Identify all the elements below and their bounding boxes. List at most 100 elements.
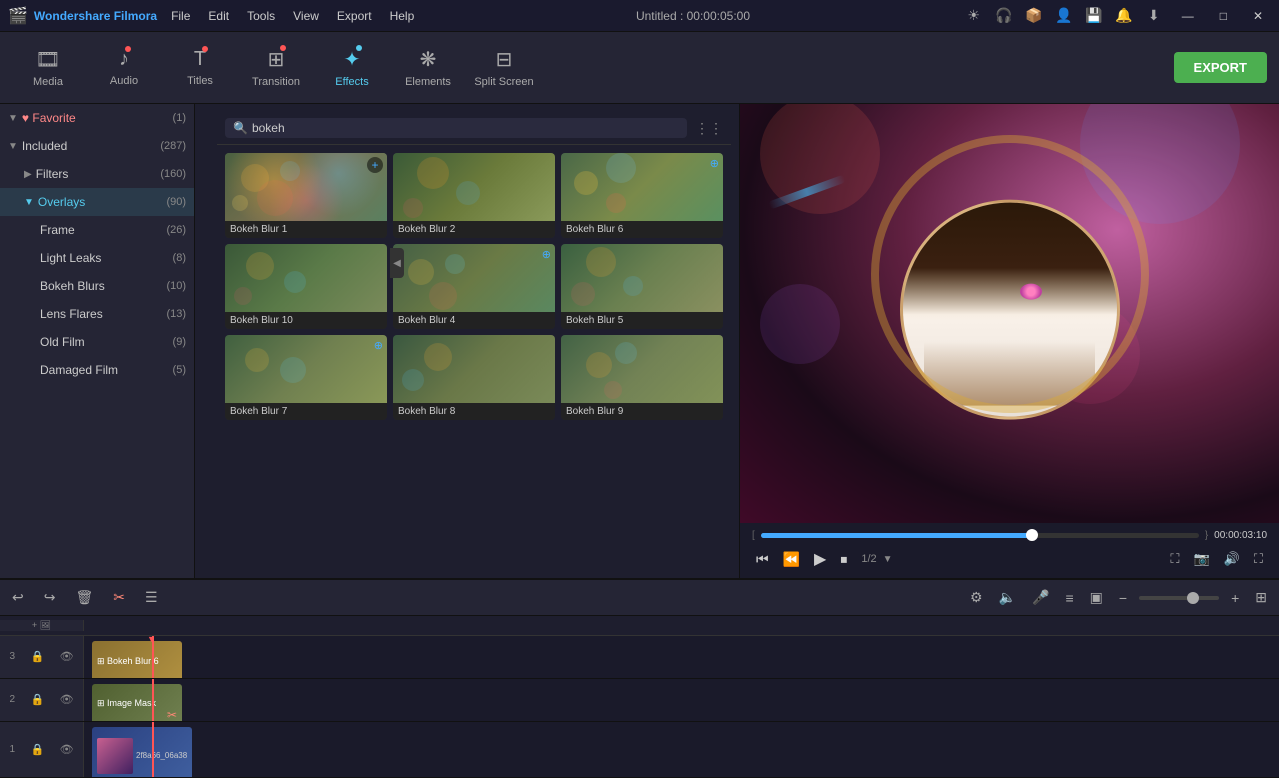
panel-frame[interactable]: Frame (26) <box>0 216 194 244</box>
menu-file[interactable]: File <box>163 7 198 25</box>
lens-flares-label: Lens Flares <box>40 307 166 321</box>
effect-card-bokeh-blur-1[interactable]: + Bokeh Blur 1 <box>225 153 387 238</box>
tool-elements[interactable]: ❋ Elements <box>392 38 464 98</box>
track-row-2: 2 🔒 👁 ⊞ Image Mask ✂ <box>0 679 1279 722</box>
track-lock-3[interactable]: 🔒 <box>30 650 44 663</box>
fullscreen-button[interactable]: ⛶ <box>1250 549 1267 569</box>
export-button[interactable]: EXPORT <box>1174 52 1267 83</box>
panel-bokeh-blurs[interactable]: Bokeh Blurs (10) <box>0 272 194 300</box>
audio-adjust-button[interactable]: ☰ <box>141 587 162 608</box>
effect-thumb-9 <box>561 335 723 403</box>
stop-button[interactable]: ⏹ <box>836 549 851 570</box>
close-button[interactable]: ✕ <box>1245 0 1271 32</box>
panel-lens-flares[interactable]: Lens Flares (13) <box>0 300 194 328</box>
tool-split-screen[interactable]: ⊟ Split Screen <box>468 38 540 98</box>
package-icon[interactable]: 📦 <box>1024 6 1044 26</box>
track-num-2: 2 <box>9 694 15 705</box>
progress-bar[interactable] <box>761 533 1199 538</box>
menu-export[interactable]: Export <box>329 7 380 25</box>
volume-button[interactable]: 🔊 <box>1220 549 1244 569</box>
tl-zoom-thumb <box>1187 592 1199 604</box>
titles-icon: T <box>194 48 206 71</box>
panel-old-film[interactable]: Old Film (9) <box>0 328 194 356</box>
frame-count: (26) <box>166 224 186 236</box>
track-lock-2[interactable]: 🔒 <box>30 693 44 706</box>
clip-label-mask: ⊞ Image Mask <box>97 698 156 709</box>
track-row-1: 1 🔒 👁 2f8a66_06a38 <box>0 722 1279 778</box>
redo-button[interactable]: ↪ <box>40 587 60 608</box>
add-track-icon[interactable]: + 🖼 <box>32 620 51 631</box>
tl-zoom-in-icon[interactable]: + <box>1227 588 1243 608</box>
effect-card-bokeh-blur-2[interactable]: Bokeh Blur 2 <box>393 153 555 238</box>
track-clip-mask[interactable]: ⊞ Image Mask ✂ <box>92 684 182 721</box>
user-icon[interactable]: 👤 <box>1054 6 1074 26</box>
effect-card-bokeh-blur-10[interactable]: Bokeh Blur 10 <box>225 244 387 329</box>
maximize-button[interactable]: □ <box>1212 0 1235 32</box>
favorite-label: ♥ Favorite <box>22 111 173 125</box>
app-name: Wondershare Filmora <box>34 9 157 23</box>
panel-collapse-arrow[interactable]: ◀ <box>390 248 404 278</box>
tool-audio[interactable]: ♪ Audio <box>88 38 160 98</box>
controls-row: ⏮ ⏪ ▶ ⏹ 1/2 ▼ ⛶ 📷 🔊 ⛶ <box>748 544 1271 574</box>
tool-titles[interactable]: T Titles <box>164 38 236 98</box>
track-eye-1[interactable]: 👁 <box>60 743 74 756</box>
tool-media[interactable]: 🎞 Media <box>12 38 84 98</box>
track-clip-video[interactable]: 2f8a66_06a38 <box>92 727 192 777</box>
effect-card-bokeh-blur-4[interactable]: ⊕ Bokeh Blur 4 <box>393 244 555 329</box>
panel-included[interactable]: ▼ Included (287) <box>0 132 194 160</box>
tl-overlay-icon[interactable]: ▣ <box>1086 587 1107 608</box>
scissors-button[interactable]: ✂ <box>109 587 129 608</box>
add-effect-icon: + <box>367 157 383 173</box>
filters-count: (160) <box>160 168 186 180</box>
undo-button[interactable]: ↩ <box>8 587 28 608</box>
tl-fit-icon[interactable]: ⊞ <box>1251 587 1271 608</box>
search-input[interactable] <box>252 121 679 135</box>
menu-help[interactable]: Help <box>382 7 423 25</box>
panel-filters[interactable]: ▶ Filters (160) <box>0 160 194 188</box>
effect-card-bokeh-blur-6[interactable]: ⊕ Bokeh Blur 6 <box>561 153 723 238</box>
effect-label-8: Bokeh Blur 8 <box>393 403 555 420</box>
track-eye-3[interactable]: 👁 <box>60 650 74 663</box>
menu-edit[interactable]: Edit <box>200 7 237 25</box>
save-icon[interactable]: 💾 <box>1084 6 1104 26</box>
tl-audio-icon[interactable]: 🔈 <box>995 587 1020 608</box>
effect-thumb-7: ⊕ <box>225 335 387 403</box>
tl-zoom-out-icon[interactable]: − <box>1115 588 1131 608</box>
effect-thumb-5: ⊕ <box>393 244 555 312</box>
panel-damaged-film[interactable]: Damaged Film (5) <box>0 356 194 384</box>
fullscreen-enter-button[interactable]: ⛶ <box>1166 549 1183 569</box>
tool-effects[interactable]: ✦ Effects <box>316 38 388 98</box>
play-button[interactable]: ▶ <box>810 547 830 571</box>
effect-card-bokeh-blur-9[interactable]: Bokeh Blur 9 <box>561 335 723 420</box>
elements-icon: ❋ <box>420 47 437 72</box>
tl-zoom-slider[interactable] <box>1139 596 1219 600</box>
effect-card-bokeh-blur-8[interactable]: Bokeh Blur 8 <box>393 335 555 420</box>
bell-icon[interactable]: 🔔 <box>1114 6 1134 26</box>
screenshot-button[interactable]: 📷 <box>1190 549 1214 569</box>
panel-light-leaks[interactable]: Light Leaks (8) <box>0 244 194 272</box>
effect-card-bokeh-blur-7[interactable]: ⊕ Bokeh Blur 7 <box>225 335 387 420</box>
tl-mic-icon[interactable]: 🎤 <box>1028 587 1053 608</box>
download-icon[interactable]: ⬇ <box>1144 6 1164 26</box>
sun-icon[interactable]: ☀ <box>964 6 984 26</box>
effect-label-3: Bokeh Blur 6 <box>561 221 723 238</box>
minimize-button[interactable]: — <box>1174 0 1202 32</box>
tl-settings-icon[interactable]: ⚙ <box>966 587 987 608</box>
tl-tracks-icon[interactable]: ≡ <box>1061 588 1077 608</box>
tool-transition[interactable]: ⊞ Transition <box>240 38 312 98</box>
panel-overlays[interactable]: ▼ Overlays (90) <box>0 188 194 216</box>
menu-view[interactable]: View <box>285 7 327 25</box>
track-clip-bokeh[interactable]: ⊞ Bokeh Blur 6 <box>92 641 182 678</box>
step-back-button[interactable]: ⏪ <box>779 549 804 570</box>
track-eye-2[interactable]: 👁 <box>60 693 74 706</box>
effect-card-bokeh-blur-5[interactable]: Bokeh Blur 5 <box>561 244 723 329</box>
skip-start-button[interactable]: ⏮ <box>752 549 773 570</box>
menu-tools[interactable]: Tools <box>239 7 283 25</box>
delete-button[interactable]: 🗑 <box>71 587 97 608</box>
track-lock-1[interactable]: 🔒 <box>30 743 44 756</box>
panel-favorite[interactable]: ▼ ♥ Favorite (1) <box>0 104 194 132</box>
headphone-icon[interactable]: 🎧 <box>994 6 1014 26</box>
page-dropdown-arrow[interactable]: ▼ <box>883 554 893 565</box>
grid-view-icon[interactable]: ⋮⋮ <box>695 120 723 137</box>
playhead-track3: ▼ <box>152 636 154 678</box>
